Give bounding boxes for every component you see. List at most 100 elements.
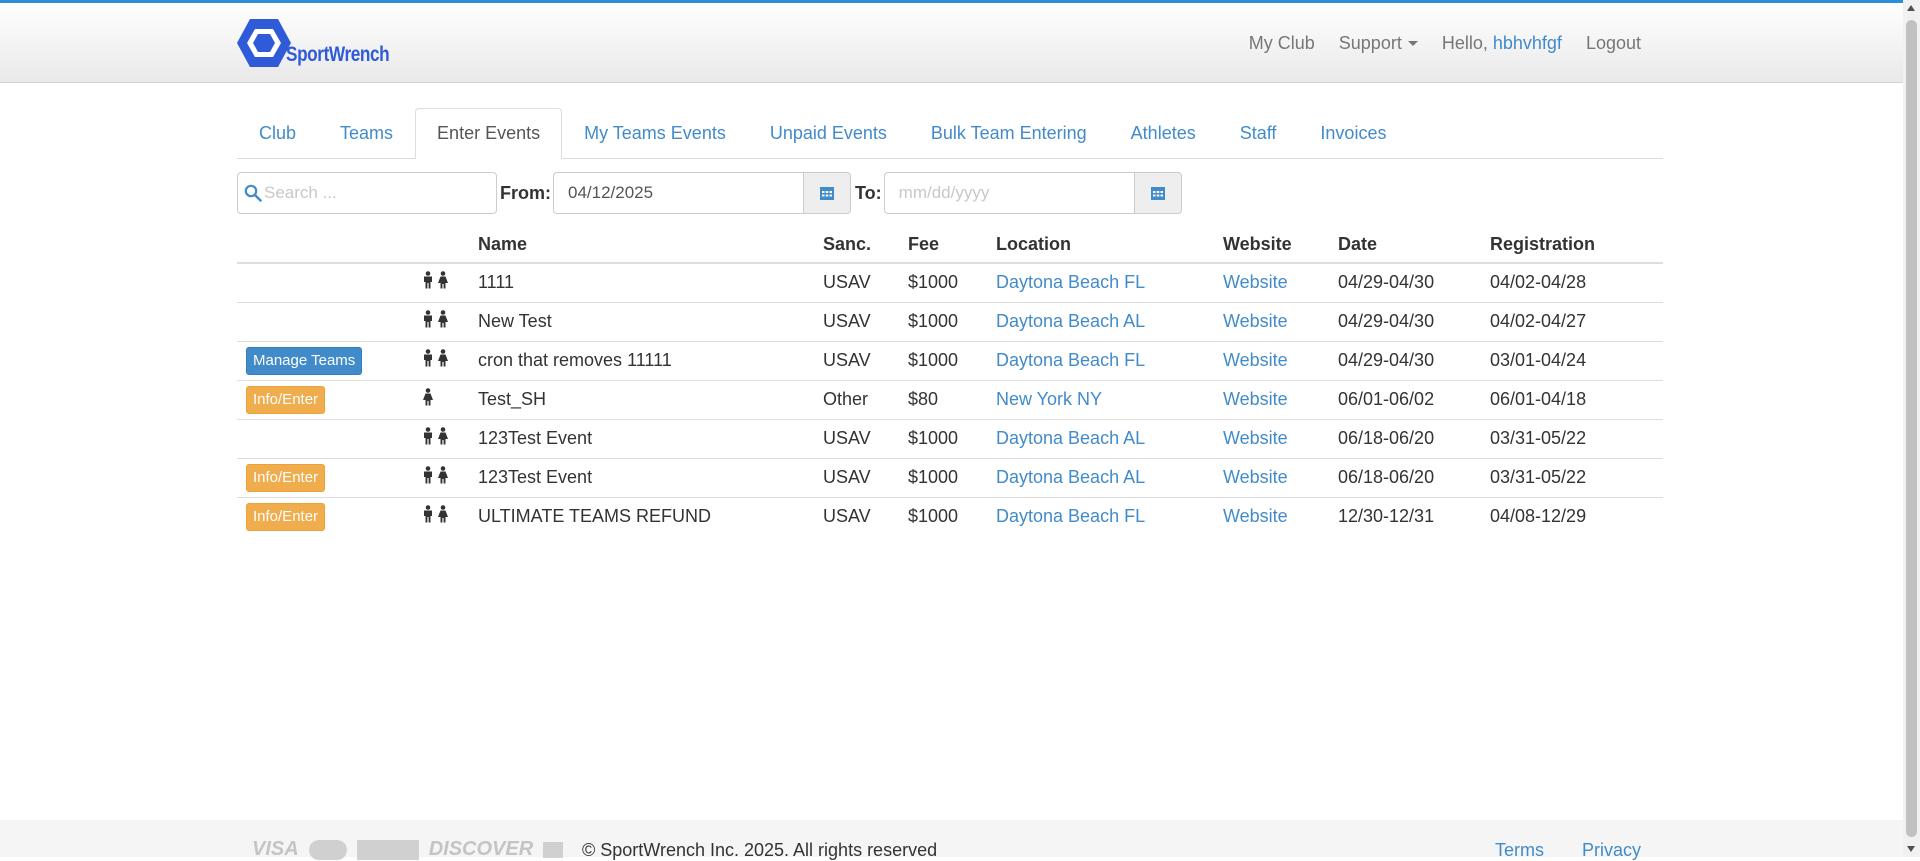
event-registration: 03/31-05/22 xyxy=(1490,428,1587,448)
event-location-link[interactable]: Daytona Beach AL xyxy=(996,467,1145,487)
row-location-cell: Daytona Beach FL xyxy=(996,340,1223,380)
row-location-cell: Daytona Beach AL xyxy=(996,418,1223,458)
header-location[interactable]: Location xyxy=(996,227,1223,264)
event-location-link[interactable]: Daytona Beach FL xyxy=(996,272,1145,292)
header-sanc[interactable]: Sanc. xyxy=(823,227,908,264)
event-sanction: USAV xyxy=(823,467,871,487)
calendar-icon xyxy=(1150,187,1165,200)
event-website-link[interactable]: Website xyxy=(1223,428,1288,448)
row-gender-cell xyxy=(422,418,478,458)
tab-staff[interactable]: Staff xyxy=(1218,108,1299,158)
support-label: Support xyxy=(1338,32,1402,53)
payment-cards: VISA DISCOVER xyxy=(252,838,564,861)
table-row: Info/Enter ULTIMATE TEAMS REFUND USAV $1000… xyxy=(237,496,1663,536)
event-location-link[interactable]: Daytona Beach FL xyxy=(996,350,1145,370)
event-website-link[interactable]: Website xyxy=(1223,272,1288,292)
row-fee-cell: $1000 xyxy=(908,418,996,458)
from-date-group xyxy=(553,172,851,214)
username-link[interactable]: hbhvhfgf xyxy=(1493,33,1562,53)
row-action-cell xyxy=(237,418,422,458)
scroll-up-icon[interactable] xyxy=(1907,5,1915,11)
table-row: Manage Teams cron that removes 11111 USAV $… xyxy=(237,340,1663,380)
event-date: 04/29-04/30 xyxy=(1338,350,1435,370)
male-icon xyxy=(424,505,432,523)
row-website-cell: Website xyxy=(1223,457,1338,497)
tab-bulk-team-entering[interactable]: Bulk Team Entering xyxy=(909,108,1109,158)
event-location-link[interactable]: Daytona Beach AL xyxy=(996,428,1145,448)
user-greeting: Hello, hbhvhfgf xyxy=(1430,33,1574,54)
row-sanc-cell: USAV xyxy=(823,301,908,341)
info-enter-button[interactable]: Info/Enter xyxy=(246,385,326,414)
tab-club[interactable]: Club xyxy=(237,108,318,158)
tab-teams[interactable]: Teams xyxy=(318,108,415,158)
row-action-cell: Info/Enter xyxy=(237,496,422,536)
info-enter-button[interactable]: Info/Enter xyxy=(246,502,326,531)
row-website-cell: Website xyxy=(1223,263,1338,302)
gender-icons xyxy=(422,349,449,367)
support-dropdown[interactable]: Support xyxy=(1327,33,1430,54)
row-sanc-cell: Other xyxy=(823,379,908,419)
privacy-link[interactable]: Privacy xyxy=(1582,840,1641,861)
scroll-down-icon[interactable] xyxy=(1907,846,1915,852)
from-date-input[interactable] xyxy=(553,172,803,214)
row-registration-cell: 04/02-04/28 xyxy=(1490,263,1663,302)
event-registration: 04/02-04/27 xyxy=(1490,311,1587,331)
event-location-link[interactable]: Daytona Beach AL xyxy=(996,311,1145,331)
logout-link[interactable]: Logout xyxy=(1574,33,1653,54)
tab-unpaid-events[interactable]: Unpaid Events xyxy=(748,108,909,158)
event-website-link[interactable]: Website xyxy=(1223,311,1288,331)
tab-my-teams-events[interactable]: My Teams Events xyxy=(562,108,748,158)
event-date: 06/01-06/02 xyxy=(1338,389,1435,409)
header-date[interactable]: Date xyxy=(1338,227,1490,264)
female-icon xyxy=(438,427,448,445)
event-location-link[interactable]: Daytona Beach FL xyxy=(996,506,1145,526)
male-icon xyxy=(424,466,432,484)
terms-link[interactable]: Terms xyxy=(1495,840,1544,861)
to-calendar-button[interactable] xyxy=(1133,172,1182,214)
row-sanc-cell: USAV xyxy=(823,496,908,536)
event-registration: 04/02-04/28 xyxy=(1490,272,1587,293)
event-date: 06/18-06/20 xyxy=(1338,467,1435,487)
vertical-scrollbar[interactable] xyxy=(1903,0,1920,857)
row-location-cell: New York NY xyxy=(996,379,1223,419)
brand-logo[interactable]: SportWrench xyxy=(236,13,412,69)
event-sanction: USAV xyxy=(823,506,871,527)
event-website-link[interactable]: Website xyxy=(1223,389,1288,409)
from-calendar-button[interactable] xyxy=(803,172,851,214)
scrollbar-thumb[interactable] xyxy=(1906,20,1917,837)
header-registration[interactable]: Registration xyxy=(1490,227,1663,264)
tab-invoices[interactable]: Invoices xyxy=(1298,108,1408,158)
search-input[interactable] xyxy=(262,182,482,204)
header-website: Website xyxy=(1223,227,1338,264)
to-date-input[interactable] xyxy=(883,172,1134,214)
event-website-link[interactable]: Website xyxy=(1223,350,1288,370)
tab-athletes[interactable]: Athletes xyxy=(1109,108,1218,158)
row-date-cell: 06/18-06/20 xyxy=(1338,457,1490,497)
gender-icons xyxy=(422,388,434,406)
table-row: 1111 USAV $1000 Daytona Beach FL Website 04/2… xyxy=(237,263,1663,302)
card-icon xyxy=(543,841,564,858)
row-action-cell: Info/Enter xyxy=(237,379,422,419)
event-filters: From: To: xyxy=(237,172,1182,214)
to-label: To: xyxy=(855,182,882,203)
event-website-link[interactable]: Website xyxy=(1223,506,1288,526)
event-registration: 04/08-12/29 xyxy=(1490,506,1587,527)
header-name[interactable]: Name xyxy=(478,227,823,264)
row-name-cell: 123Test Event xyxy=(478,418,823,458)
event-name: 1111 xyxy=(478,272,515,293)
header-fee[interactable]: Fee xyxy=(908,227,996,264)
event-website-link[interactable]: Website xyxy=(1223,467,1288,487)
row-registration-cell: 04/02-04/27 xyxy=(1490,301,1663,341)
row-action-cell xyxy=(237,301,422,341)
row-name-cell: ULTIMATE TEAMS REFUND xyxy=(478,496,823,536)
event-fee: $1000 xyxy=(908,467,959,487)
row-location-cell: Daytona Beach FL xyxy=(996,496,1223,536)
tab-enter-events[interactable]: Enter Events xyxy=(415,108,563,159)
info-enter-button[interactable]: Info/Enter xyxy=(246,463,326,492)
header-gender xyxy=(422,227,478,264)
event-registration: 06/01-04/18 xyxy=(1490,389,1587,409)
row-name-cell: 1111 xyxy=(478,263,823,302)
event-location-link[interactable]: New York NY xyxy=(996,389,1102,409)
manage-teams-button[interactable]: Manage Teams xyxy=(246,346,363,375)
my-club-link[interactable]: My Club xyxy=(1237,33,1327,54)
